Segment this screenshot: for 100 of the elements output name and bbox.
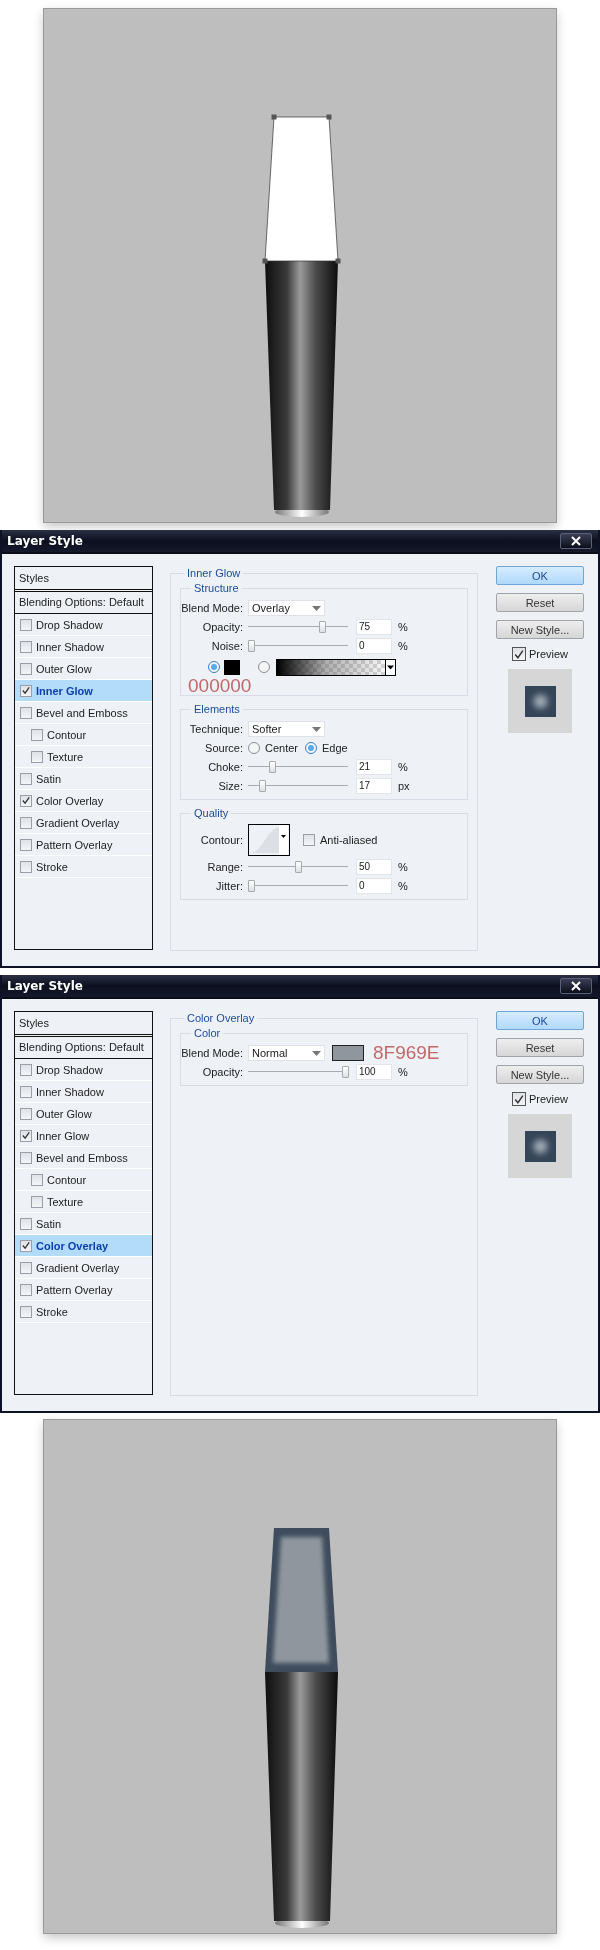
- style-name: Texture: [47, 1195, 84, 1208]
- value-field[interactable]: 0: [356, 877, 392, 894]
- close-button[interactable]: [560, 978, 592, 994]
- style-list-item[interactable]: Stroke: [15, 1301, 152, 1323]
- unit-label: %: [398, 879, 408, 892]
- checkbox[interactable]: [31, 750, 43, 763]
- color-swatch[interactable]: [224, 659, 240, 675]
- checkbox[interactable]: [20, 1261, 32, 1274]
- checkbox[interactable]: [20, 1151, 32, 1164]
- dialog-button[interactable]: New Style...: [496, 620, 584, 639]
- checkbox-label: Anti-aliased: [320, 834, 378, 846]
- checkbox[interactable]: [20, 1217, 32, 1230]
- checkbox[interactable]: [20, 618, 32, 631]
- close-button[interactable]: [560, 533, 592, 549]
- style-list-item[interactable]: Inner Shadow: [15, 636, 152, 658]
- blending-options-item[interactable]: Blending Options: Default: [15, 592, 152, 614]
- slider-thumb[interactable]: [268, 760, 276, 773]
- blending-options-item[interactable]: Blending Options: Default: [15, 1037, 152, 1059]
- checkbox[interactable]: [20, 706, 32, 719]
- dialog-button[interactable]: Reset: [496, 1038, 584, 1057]
- dialog-button[interactable]: New Style...: [496, 1065, 584, 1084]
- checkbox[interactable]: [31, 1195, 43, 1208]
- style-name: Stroke: [36, 860, 68, 873]
- dialog-button[interactable]: Reset: [496, 593, 584, 612]
- style-list-item[interactable]: Contour: [15, 1169, 152, 1191]
- radio-button[interactable]: [305, 741, 318, 754]
- checkbox[interactable]: [31, 1173, 43, 1186]
- radio-button[interactable]: [248, 741, 260, 754]
- style-list-item[interactable]: Pattern Overlay: [15, 1279, 152, 1301]
- dropdown[interactable]: Normal: [248, 1044, 325, 1061]
- value-field[interactable]: 0: [356, 637, 392, 654]
- preview-drawing: [508, 669, 572, 733]
- checkbox[interactable]: [20, 860, 32, 873]
- style-list-item[interactable]: Satin: [15, 768, 152, 790]
- checkbox[interactable]: [20, 1305, 32, 1318]
- field-label: Contour:: [199, 834, 243, 846]
- style-list-item[interactable]: Outer Glow: [15, 1103, 152, 1125]
- checkbox[interactable]: [20, 1063, 32, 1076]
- style-name: Gradient Overlay: [36, 816, 120, 829]
- color-swatch[interactable]: [332, 1044, 364, 1061]
- style-list-item[interactable]: Texture: [15, 1191, 152, 1213]
- slider-thumb[interactable]: [248, 639, 255, 652]
- style-name: Pattern Overlay: [36, 838, 113, 851]
- style-list-item[interactable]: Texture: [15, 746, 152, 768]
- checkbox[interactable]: [20, 838, 32, 851]
- style-list-item[interactable]: Inner Glow: [15, 680, 152, 702]
- gradient-picker[interactable]: [276, 658, 396, 676]
- field-label: Blend Mode:: [181, 601, 243, 614]
- style-list-item[interactable]: Bevel and Emboss: [15, 1147, 152, 1169]
- style-name: Color Overlay: [36, 1239, 109, 1252]
- style-list-item[interactable]: Pattern Overlay: [15, 834, 152, 856]
- unit-label: %: [398, 860, 408, 873]
- dialog-button[interactable]: OK: [496, 1011, 584, 1030]
- style-list-item[interactable]: Color Overlay: [15, 1235, 152, 1257]
- unit-label: %: [398, 639, 408, 652]
- group-title: Quality: [191, 807, 232, 819]
- checkbox[interactable]: [31, 728, 43, 741]
- slider-thumb[interactable]: [295, 860, 302, 873]
- style-list-item[interactable]: Bevel and Emboss: [15, 702, 152, 724]
- value-field[interactable]: 17: [356, 777, 392, 794]
- checkbox[interactable]: [20, 1129, 32, 1142]
- checkbox[interactable]: [303, 834, 315, 846]
- checkbox[interactable]: [20, 1107, 32, 1120]
- checkbox-label: Preview: [528, 648, 569, 660]
- checkbox[interactable]: [20, 1085, 32, 1098]
- style-list-item[interactable]: Gradient Overlay: [15, 812, 152, 834]
- checkbox[interactable]: [511, 1092, 526, 1106]
- style-list-item[interactable]: Gradient Overlay: [15, 1257, 152, 1279]
- checkbox[interactable]: [20, 662, 32, 675]
- style-name: Bevel and Emboss: [36, 1151, 128, 1164]
- slider-thumb[interactable]: [342, 1065, 349, 1078]
- radio-button[interactable]: [258, 661, 270, 673]
- checkbox[interactable]: [20, 684, 32, 697]
- value-field[interactable]: 50: [356, 858, 392, 875]
- style-list-item[interactable]: Drop Shadow: [15, 1059, 152, 1081]
- window-title: Layer Style: [7, 534, 83, 548]
- checkbox[interactable]: [20, 1283, 32, 1296]
- checkbox[interactable]: [20, 816, 32, 829]
- style-list-item[interactable]: Color Overlay: [15, 790, 152, 812]
- value-field[interactable]: 21: [356, 758, 392, 775]
- style-list-item[interactable]: Drop Shadow: [15, 614, 152, 636]
- contour-picker[interactable]: [248, 824, 290, 856]
- checkbox[interactable]: [20, 1239, 32, 1252]
- checkbox[interactable]: [511, 647, 526, 661]
- style-list-item[interactable]: Stroke: [15, 856, 152, 878]
- style-list-item[interactable]: Contour: [15, 724, 152, 746]
- value-field[interactable]: 75: [356, 618, 392, 635]
- radio-button[interactable]: [208, 661, 220, 673]
- dropdown[interactable]: Softer: [248, 720, 325, 737]
- dialog-button[interactable]: OK: [496, 566, 584, 585]
- slider-thumb[interactable]: [319, 620, 327, 633]
- value-field[interactable]: 100: [356, 1063, 392, 1080]
- dropdown[interactable]: Overlay: [248, 599, 325, 616]
- checkbox[interactable]: [20, 772, 32, 785]
- slider-thumb[interactable]: [248, 879, 255, 892]
- checkbox[interactable]: [20, 640, 32, 653]
- checkbox[interactable]: [20, 794, 32, 807]
- style-list-item[interactable]: Inner Shadow: [15, 1081, 152, 1103]
- style-list-item[interactable]: Inner Glow: [15, 1125, 152, 1147]
- slider-thumb[interactable]: [259, 779, 267, 792]
